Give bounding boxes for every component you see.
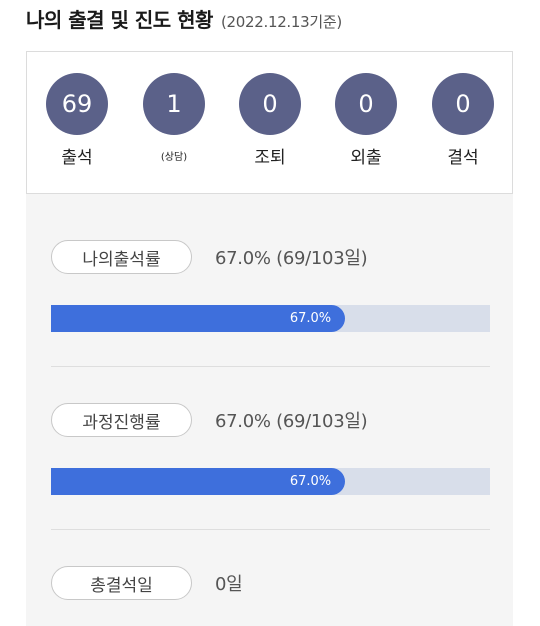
divider <box>51 366 490 367</box>
stat-attendance: 69 출석 <box>37 73 117 169</box>
attendance-rate-pill: 나의출석률 <box>51 240 192 274</box>
total-absence-pill: 총결석일 <box>51 566 192 600</box>
attendance-rate-bar: 67.0% <box>51 305 490 332</box>
detail-panel: 나의출석률 67.0% (69/103일) 67.0% 과정진행률 67.0% … <box>26 194 513 626</box>
early-leave-label: 조퇴 <box>254 148 286 168</box>
outing-label: 외출 <box>350 148 382 168</box>
counseling-label: (상담) <box>160 152 188 163</box>
course-progress-pill: 과정진행률 <box>51 403 192 437</box>
absence-label: 결석 <box>447 148 479 168</box>
attendance-rate-bar-fill: 67.0% <box>51 305 346 332</box>
attendance-rate-bar-label: 67.0% <box>289 311 332 326</box>
attendance-summary: 69 출석 1 (상담) 0 조퇴 0 외출 0 결석 <box>26 51 513 194</box>
attendance-label: 출석 <box>61 148 93 168</box>
course-progress-row: 과정진행률 67.0% (69/103일) <box>51 402 491 438</box>
page-header: 나의 출결 및 진도 현황 (2022.12.13기준) <box>26 4 342 34</box>
total-absence-value: 0일 <box>215 574 243 595</box>
counseling-count-circle: 1 <box>143 73 205 135</box>
outing-count-circle: 0 <box>335 73 397 135</box>
stat-absence: 0 결석 <box>423 73 503 169</box>
total-absence-row: 총결석일 0일 <box>51 565 491 601</box>
attendance-rate-row: 나의출석률 67.0% (69/103일) <box>51 239 491 275</box>
absence-count-circle: 0 <box>432 73 494 135</box>
course-progress-value: 67.0% (69/103일) <box>215 411 368 432</box>
stat-early-leave: 0 조퇴 <box>230 73 310 169</box>
attendance-count-circle: 69 <box>46 73 108 135</box>
early-leave-count-circle: 0 <box>239 73 301 135</box>
course-progress-bar-fill: 67.0% <box>51 468 346 495</box>
course-progress-bar: 67.0% <box>51 468 490 495</box>
page-title: 나의 출결 및 진도 현황 <box>26 8 213 32</box>
attendance-rate-value: 67.0% (69/103일) <box>215 248 368 269</box>
stat-outing: 0 외출 <box>326 73 406 169</box>
reference-date: (2022.12.13기준) <box>220 13 342 31</box>
stat-counseling: 1 (상담) <box>134 73 214 169</box>
divider <box>51 529 490 530</box>
course-progress-bar-label: 67.0% <box>289 474 332 489</box>
